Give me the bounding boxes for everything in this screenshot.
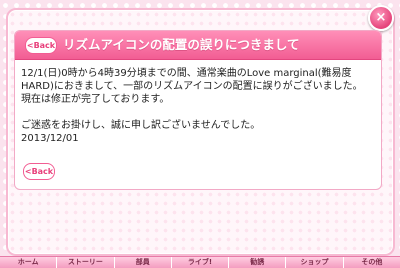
tab-shop[interactable]: ショップ	[286, 257, 344, 268]
notice-title: リズムアイコンの配置の誤りにつきまして	[63, 37, 300, 52]
notice-paragraph: 現在は修正が完了しております。	[21, 94, 170, 105]
tab-live[interactable]: ライブ!	[172, 257, 230, 268]
notice-paragraph: ご迷惑をお掛けし、誠に申し訳ございませんでした。	[21, 120, 261, 131]
tab-members[interactable]: 部員	[115, 257, 172, 268]
notice-title-bar: <Back リズムアイコンの配置の誤りにつきまして	[15, 31, 381, 60]
tab-other[interactable]: その他	[344, 257, 400, 268]
notice-paragraph: 12/1(日)0時から4時39分頃までの間、通常楽曲のLove marginal…	[21, 68, 363, 92]
bottom-tab-bar: ホーム ストーリー 部員 ライブ! 勧誘 ショップ その他	[0, 256, 400, 268]
notice-body: 12/1(日)0時から4時39分頃までの間、通常楽曲のLove marginal…	[21, 67, 377, 145]
close-icon: ×	[375, 10, 387, 25]
close-button[interactable]: ×	[368, 5, 394, 31]
back-button[interactable]: <Back	[25, 37, 57, 54]
tab-story[interactable]: ストーリー	[57, 257, 115, 268]
notice-card: <Back リズムアイコンの配置の誤りにつきまして 12/1(日)0時から4時3…	[14, 30, 382, 190]
tab-recruit[interactable]: 勧誘	[229, 257, 287, 268]
notice-date: 2013/12/01	[21, 133, 79, 144]
tab-home[interactable]: ホーム	[0, 257, 58, 268]
bottom-back-button[interactable]: <Back	[23, 163, 55, 180]
